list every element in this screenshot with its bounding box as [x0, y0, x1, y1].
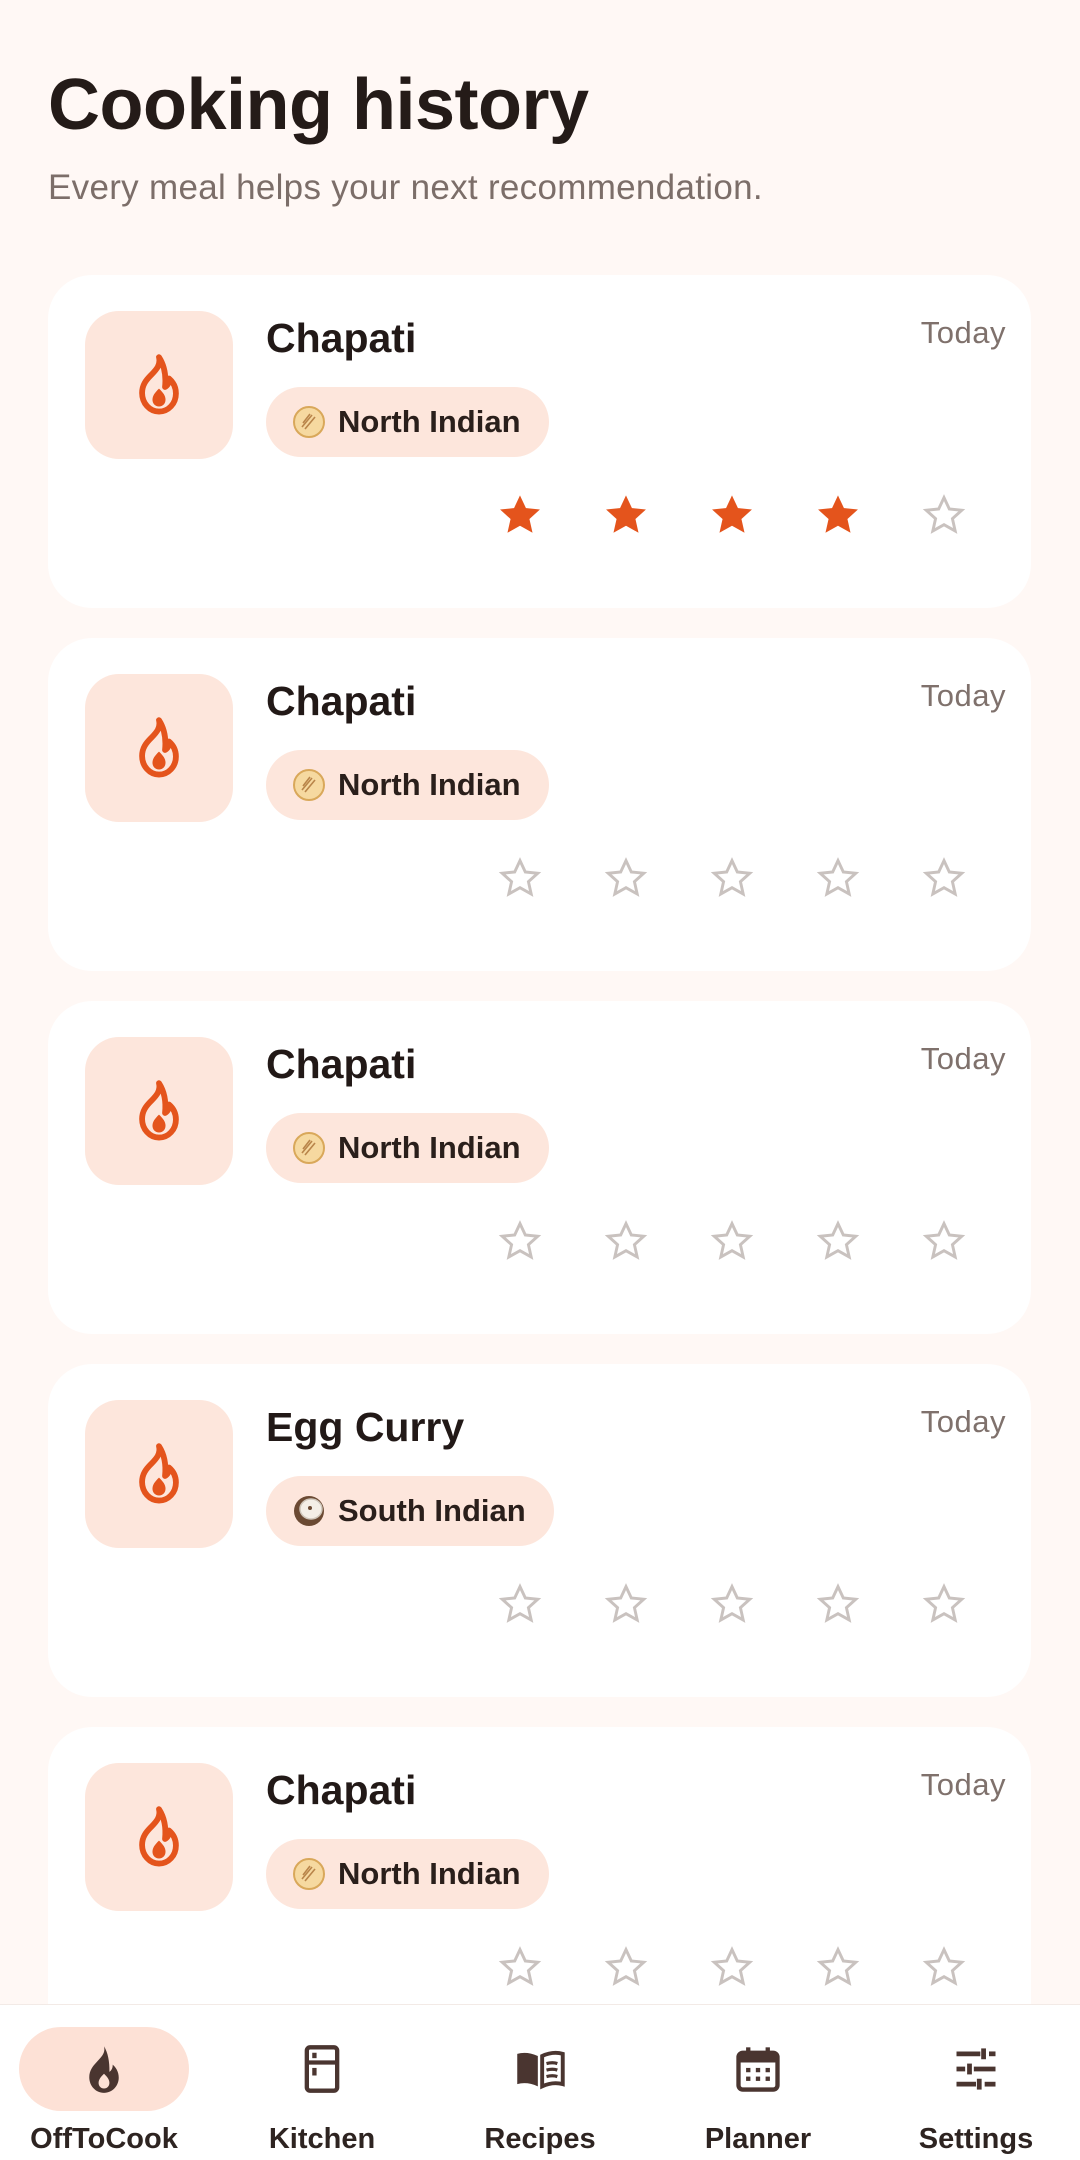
flame-icon — [139, 1806, 179, 1867]
nav-item-settings[interactable]: Settings — [891, 2005, 1061, 2156]
nav-label: Planner — [704, 2123, 812, 2155]
rating-stars[interactable] — [498, 1582, 966, 1626]
bottom-navigation: OffToCook Kitchen Recipes Planner Settin… — [0, 2004, 1080, 2160]
flame-icon — [139, 354, 179, 415]
meal-thumbnail — [85, 1400, 233, 1548]
page-header: Cooking history Every meal helps your ne… — [48, 62, 1032, 208]
nav-item-planner[interactable]: Planner — [673, 2005, 843, 2156]
meal-date: Today — [920, 1041, 1006, 1076]
nav-item-recipes[interactable]: Recipes — [455, 2005, 625, 2156]
nav-item-offtocook[interactable]: OffToCook — [19, 2005, 189, 2156]
meal-thumbnail — [85, 311, 233, 459]
meal-name: Chapati — [266, 678, 417, 724]
star-icon[interactable] — [816, 1582, 860, 1626]
cuisine-chip: South Indian — [266, 1476, 554, 1546]
star-icon[interactable] — [922, 1945, 966, 1989]
page-title: Cooking history — [48, 65, 589, 145]
meal-thumbnail — [85, 674, 233, 822]
cuisine-label: North Indian — [338, 1130, 521, 1165]
star-icon[interactable] — [816, 1219, 860, 1263]
star-icon[interactable] — [922, 493, 966, 537]
nav-item-kitchen[interactable]: Kitchen — [237, 2005, 407, 2156]
history-card[interactable]: Chapati Today North Indian — [48, 638, 1031, 971]
star-icon[interactable] — [710, 493, 754, 537]
nav-label: Settings — [918, 2123, 1034, 2155]
book-icon — [517, 2050, 565, 2090]
calendar-icon — [736, 2047, 780, 2092]
fridge-icon — [304, 2045, 340, 2093]
nav-label: Kitchen — [268, 2123, 376, 2155]
star-icon[interactable] — [922, 1582, 966, 1626]
history-card[interactable]: Egg Curry Today South Indian — [48, 1364, 1031, 1697]
rating-stars[interactable] — [498, 493, 966, 537]
meal-name: Chapati — [266, 315, 417, 361]
cuisine-label: North Indian — [338, 404, 521, 439]
star-icon[interactable] — [498, 1582, 542, 1626]
rating-stars[interactable] — [498, 1219, 966, 1263]
nav-pill[interactable] — [237, 2027, 407, 2111]
nav-pill[interactable] — [19, 2027, 189, 2111]
flatbread-icon — [293, 406, 325, 438]
sliders-icon — [956, 2048, 996, 2090]
meal-thumbnail — [85, 1037, 233, 1185]
nav-label: OffToCook — [30, 2123, 178, 2155]
meal-date: Today — [920, 315, 1006, 350]
history-card[interactable]: Chapati Today North Indian — [48, 275, 1031, 608]
meal-name: Chapati — [266, 1767, 417, 1813]
flame-icon — [89, 2046, 119, 2093]
star-icon[interactable] — [604, 493, 648, 537]
meal-date: Today — [920, 678, 1006, 713]
nav-label: Recipes — [484, 2123, 596, 2155]
flame-icon — [139, 717, 179, 778]
star-icon[interactable] — [710, 1582, 754, 1626]
meal-date: Today — [920, 1404, 1006, 1439]
star-icon[interactable] — [604, 1582, 648, 1626]
coconut-icon — [294, 1496, 324, 1526]
flatbread-icon — [293, 1858, 325, 1890]
nav-pill[interactable] — [673, 2027, 843, 2111]
rating-stars[interactable] — [498, 1945, 966, 1989]
cuisine-chip: North Indian — [266, 1839, 549, 1909]
star-icon[interactable] — [922, 856, 966, 900]
star-icon[interactable] — [710, 1219, 754, 1263]
cuisine-label: South Indian — [338, 1493, 526, 1528]
meal-thumbnail — [85, 1763, 233, 1911]
meal-name: Chapati — [266, 1041, 417, 1087]
cuisine-label: North Indian — [338, 767, 521, 802]
star-icon[interactable] — [816, 1945, 860, 1989]
cuisine-chip: North Indian — [266, 387, 549, 457]
cuisine-label: North Indian — [338, 1856, 521, 1891]
star-icon[interactable] — [604, 1219, 648, 1263]
nav-pill[interactable] — [891, 2027, 1061, 2111]
history-card[interactable]: Chapati Today North Indian — [48, 1001, 1031, 1334]
star-icon[interactable] — [604, 856, 648, 900]
flame-icon — [139, 1080, 179, 1141]
star-icon[interactable] — [498, 1945, 542, 1989]
star-icon[interactable] — [604, 1945, 648, 1989]
page-subtitle: Every meal helps your next recommendatio… — [48, 168, 763, 208]
history-card[interactable]: Chapati Today North Indian — [48, 1727, 1031, 2005]
meal-name: Egg Curry — [266, 1404, 465, 1450]
star-icon[interactable] — [710, 1945, 754, 1989]
rating-stars[interactable] — [498, 856, 966, 900]
star-icon[interactable] — [816, 493, 860, 537]
cuisine-chip: North Indian — [266, 750, 549, 820]
cuisine-chip: North Indian — [266, 1113, 549, 1183]
history-list[interactable]: Chapati Today North Indian Chapati Today… — [48, 275, 1031, 2005]
star-icon[interactable] — [710, 856, 754, 900]
star-icon[interactable] — [498, 493, 542, 537]
star-icon[interactable] — [922, 1219, 966, 1263]
flame-icon — [139, 1443, 179, 1504]
flatbread-icon — [293, 1132, 325, 1164]
star-icon[interactable] — [816, 856, 860, 900]
flatbread-icon — [293, 769, 325, 801]
nav-pill[interactable] — [455, 2027, 625, 2111]
star-icon[interactable] — [498, 856, 542, 900]
star-icon[interactable] — [498, 1219, 542, 1263]
meal-date: Today — [920, 1767, 1006, 1802]
